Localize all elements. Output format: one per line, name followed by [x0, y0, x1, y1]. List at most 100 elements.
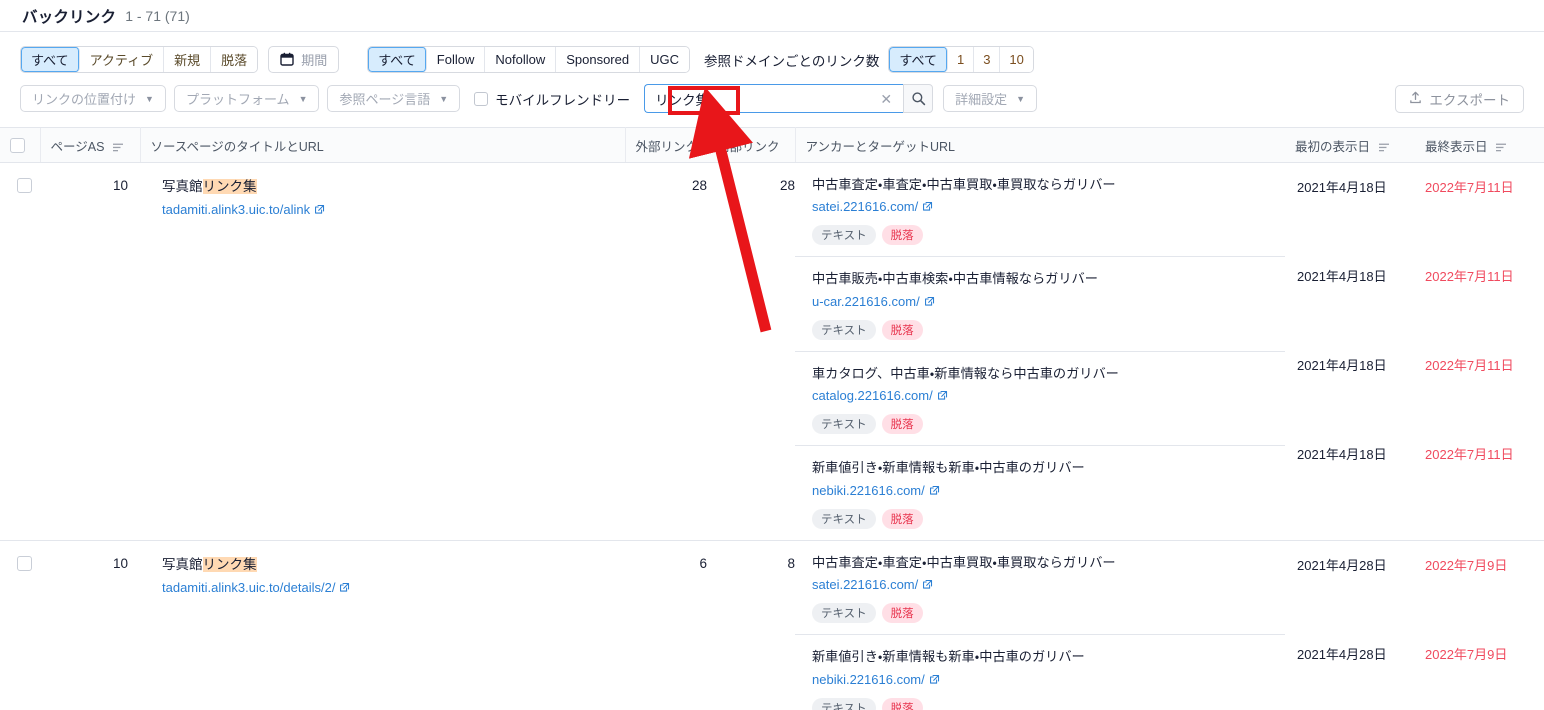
- source-url[interactable]: tadamiti.alink3.uic.to/details/2/: [162, 580, 335, 595]
- anchor-badges: テキスト 脱落: [812, 225, 1285, 246]
- follow-filter-follow[interactable]: Follow: [426, 47, 486, 72]
- first-seen-date: 2021年4月18日: [1297, 447, 1387, 462]
- status-filter-all[interactable]: すべて: [21, 47, 80, 72]
- period-button[interactable]: 期間: [268, 46, 340, 73]
- anchor-target-url[interactable]: nebiki.221616.com/: [812, 483, 925, 498]
- calendar-icon: [280, 52, 294, 68]
- search-button[interactable]: [903, 84, 934, 113]
- row-checkbox[interactable]: [17, 555, 32, 571]
- anchor-item: 中古車査定・車査定・中古車買取・車買取ならガリバー satei.221616.co…: [795, 541, 1285, 636]
- header-anchor-label: アンカーとターゲットURL: [805, 139, 956, 154]
- row-external-links: 28: [625, 162, 707, 541]
- row-page-as: 10: [40, 540, 140, 710]
- follow-filter-all[interactable]: すべて: [368, 47, 427, 72]
- anchor-item: 新車値引き・新車情報も新車・中古車のガリバー nebiki.221616.com/…: [795, 446, 1285, 539]
- header-last-seen[interactable]: 最終表示日: [1415, 127, 1544, 163]
- ref-page-language-label: 参照ページ言語: [339, 92, 431, 107]
- badge-link-type: テキスト: [812, 225, 876, 246]
- first-seen-date: 2021年4月18日: [1297, 358, 1387, 373]
- search-input[interactable]: リンク集 ✕: [644, 84, 904, 113]
- header-page-as[interactable]: ページAS: [39, 127, 141, 163]
- follow-filter-ugc[interactable]: UGC: [640, 47, 689, 72]
- source-url[interactable]: tadamiti.alink3.uic.to/alink: [162, 202, 310, 217]
- last-seen-date: 2022年7月11日: [1425, 358, 1514, 373]
- source-title: 写真館リンク集: [162, 556, 257, 572]
- source-title: 写真館リンク集: [162, 179, 257, 194]
- anchor-target-url[interactable]: u-car.221616.com/: [812, 294, 920, 309]
- row-page-as: 10: [40, 162, 140, 541]
- external-link-icon: [924, 294, 935, 312]
- last-seen-date: 2022年7月11日: [1425, 447, 1514, 462]
- close-icon[interactable]: ✕: [877, 92, 895, 106]
- search-input-value: リンク集: [655, 92, 710, 108]
- links-per-domain-10[interactable]: 10: [1000, 47, 1033, 72]
- badge-link-type: テキスト: [812, 697, 876, 710]
- status-filter-lost[interactable]: 脱落: [211, 47, 258, 72]
- anchor-badges: テキスト 脱落: [812, 603, 1285, 624]
- header-first-seen[interactable]: 最初の表示日: [1285, 127, 1415, 163]
- row-first-seen-cell: 2021年4月28日 2021年4月28日: [1285, 540, 1415, 710]
- header-first-seen-label: 最初の表示日: [1295, 139, 1371, 154]
- link-placement-dropdown[interactable]: リンクの位置付け ▼: [20, 85, 166, 112]
- header-source-label: ソースページのタイトルとURL: [150, 139, 324, 154]
- upload-icon: [1409, 91, 1422, 107]
- advanced-settings-dropdown[interactable]: 詳細設定 ▼: [943, 85, 1038, 112]
- select-all-checkbox[interactable]: [10, 137, 25, 153]
- anchor-badges: テキスト 脱落: [812, 414, 1285, 435]
- follow-filter-sponsored[interactable]: Sponsored: [556, 47, 641, 72]
- external-link-icon: [929, 483, 940, 501]
- anchor-target-url[interactable]: catalog.221616.com/: [812, 388, 933, 403]
- row-external-links: 6: [625, 540, 707, 710]
- links-per-domain-3[interactable]: 3: [974, 47, 1001, 72]
- badge-status: 脱落: [881, 697, 923, 710]
- external-link-icon: [922, 577, 933, 595]
- last-seen-date: 2022年7月11日: [1425, 180, 1514, 195]
- anchor-target-url[interactable]: satei.221616.com/: [812, 577, 918, 592]
- anchor-item: 新車値引き・新車情報も新車・中古車のガリバー nebiki.221616.com/…: [795, 635, 1285, 710]
- follow-filter-nofollow[interactable]: Nofollow: [485, 47, 557, 72]
- anchor-target-url[interactable]: satei.221616.com/: [812, 199, 918, 214]
- header-external-links-label: 外部リンク: [635, 139, 699, 154]
- links-per-domain-label: 参照ドメインごとのリンク数: [704, 53, 880, 69]
- backlinks-table: ページAS ソースページのタイトルとURL 外部リンク 内部リンク アンカーとタ…: [0, 127, 1544, 710]
- first-seen-date: 2021年4月28日: [1297, 646, 1387, 662]
- first-seen-date: 2021年4月28日: [1297, 557, 1387, 573]
- period-label: 期間: [301, 53, 328, 68]
- links-per-domain-1[interactable]: 1: [947, 47, 975, 72]
- row-checkbox-cell[interactable]: [0, 162, 40, 541]
- links-per-domain-all[interactable]: すべて: [889, 47, 948, 72]
- row-checkbox-cell[interactable]: [0, 540, 40, 710]
- backlinks-page: バックリンク 1 - 71 (71) すべて アクティブ 新規 脱落 期間 すべ…: [0, 0, 1544, 710]
- anchor-text: 中古車査定・車査定・中古車買取・車買取ならガリバー: [812, 177, 1116, 192]
- header-select-all[interactable]: [0, 127, 40, 163]
- row-internal-links: 28: [707, 162, 795, 541]
- row-source-cell: 写真館リンク集 tadamiti.alink3.uic.to/details/2/: [140, 540, 625, 710]
- badge-link-type: テキスト: [812, 319, 876, 340]
- anchor-text: 中古車査定・車査定・中古車買取・車買取ならガリバー: [812, 554, 1116, 570]
- links-per-domain-group: すべて 1 3 10: [888, 46, 1034, 73]
- anchor-text: 中古車販売・中古車検索・中古車情報ならガリバー: [812, 271, 1098, 287]
- status-filter-new[interactable]: 新規: [164, 47, 212, 72]
- sort-icon: [1496, 141, 1507, 155]
- table-header: ページAS ソースページのタイトルとURL 外部リンク 内部リンク アンカーとタ…: [0, 127, 1544, 163]
- header-internal-links: 内部リンク: [707, 127, 796, 163]
- anchor-target-url[interactable]: nebiki.221616.com/: [812, 672, 925, 687]
- ref-page-language-dropdown[interactable]: 参照ページ言語 ▼: [327, 85, 461, 112]
- page-title: バックリンク: [22, 8, 117, 26]
- status-filter-active[interactable]: アクティブ: [79, 47, 165, 72]
- mobile-friendly-checkbox[interactable]: モバイルフレンドリー: [474, 89, 630, 109]
- export-button[interactable]: エクスポート: [1395, 84, 1524, 113]
- filter-bar: すべて アクティブ 新規 脱落 期間 すべて Follow Nofollow S…: [0, 32, 1544, 115]
- mobile-friendly-label: モバイルフレンドリー: [495, 92, 631, 108]
- platform-label: プラットフォーム: [185, 92, 290, 107]
- anchor-text: 新車値引き・新車情報も新車・中古車のガリバー: [812, 460, 1085, 476]
- export-label: エクスポート: [1429, 92, 1510, 108]
- last-seen-date: 2022年7月9日: [1425, 646, 1508, 662]
- source-title-highlight: リンク集: [202, 556, 257, 572]
- anchor-badges: テキスト 脱落: [812, 508, 1285, 529]
- row-checkbox[interactable]: [17, 178, 32, 193]
- platform-dropdown[interactable]: プラットフォーム ▼: [173, 85, 320, 112]
- badge-status: 脱落: [881, 603, 923, 624]
- chevron-down-icon: ▼: [298, 93, 308, 104]
- chevron-down-icon: ▼: [439, 93, 449, 104]
